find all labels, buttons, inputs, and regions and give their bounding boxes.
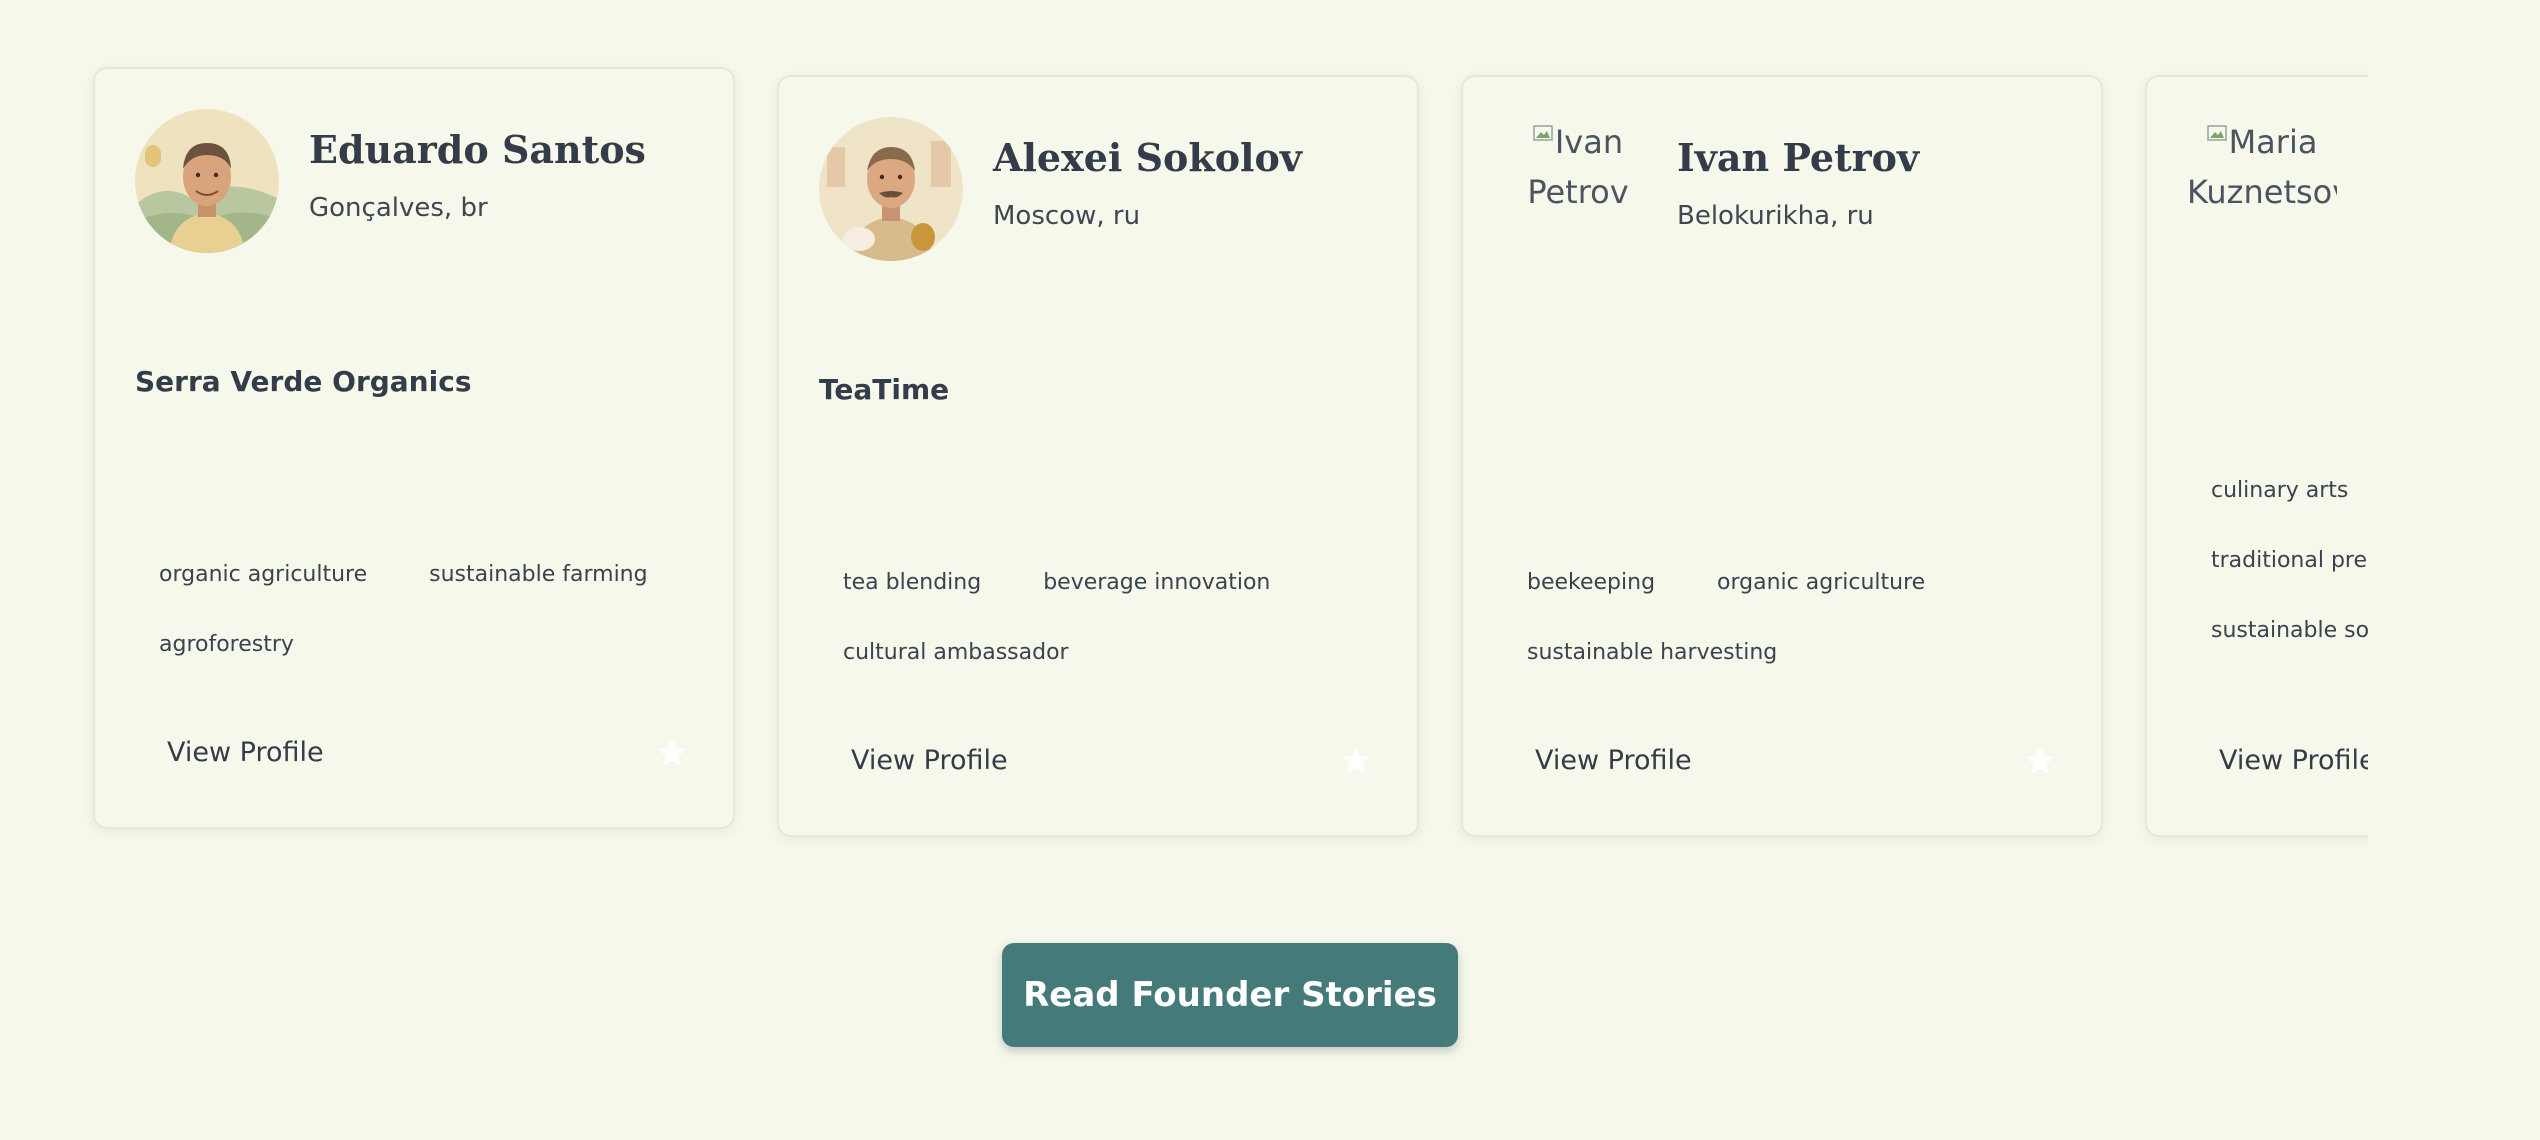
avatar: [819, 117, 963, 261]
star-icon[interactable]: [2023, 744, 2057, 778]
view-profile-link[interactable]: View Profile: [1535, 745, 1692, 776]
founder-location: Moscow, ru: [993, 201, 1141, 231]
tag-list: culinary arts traditional pres sustainab…: [2187, 463, 2368, 659]
founder-card: Ivan Petrov Ivan Petrov Belokurikha, ru …: [1461, 75, 2103, 837]
tag: traditional pres: [2211, 548, 2368, 573]
tag: agroforestry: [159, 632, 294, 657]
tag: organic agriculture: [159, 562, 368, 587]
tag: beekeeping: [1527, 570, 1656, 595]
read-founder-stories-button[interactable]: Read Founder Stories: [1002, 943, 1458, 1047]
founder-card: Eduardo Santos Gonçalves, br Serra Verde…: [93, 67, 735, 829]
tag: sustainable harvesting: [1527, 640, 1778, 665]
founder-card: Alexei Sokolov Moscow, ru TeaTime tea bl…: [777, 75, 1419, 837]
founder-name: Ivan Petrov: [1677, 135, 1920, 180]
tag: tea blending: [843, 570, 982, 595]
view-profile-link[interactable]: View Profile: [851, 745, 1008, 776]
tag: culinary arts: [2211, 478, 2349, 503]
founder-card: Maria Kuznetsova culinary arts tradition…: [2145, 75, 2368, 837]
avatar: Ivan Petrov: [1503, 117, 1653, 267]
tag-list: organic agriculture sustainable farming …: [135, 547, 695, 673]
broken-image-icon: [1533, 123, 1553, 143]
tag: organic agriculture: [1717, 570, 1926, 595]
tag: cultural ambassador: [843, 640, 1069, 665]
tag-list: beekeeping organic agriculture sustainab…: [1503, 555, 2063, 681]
company-name: Serra Verde Organics: [135, 365, 472, 398]
founder-location: Belokurikha, ru: [1677, 201, 1874, 231]
founder-location: Gonçalves, br: [309, 193, 488, 223]
founder-carousel[interactable]: Eduardo Santos Gonçalves, br Serra Verde…: [0, 0, 2368, 880]
avatar: Maria Kuznetsova: [2187, 117, 2337, 267]
broken-image-icon: [2206, 123, 2227, 143]
star-icon[interactable]: [655, 736, 689, 770]
tag-list: tea blending beverage innovation cultura…: [819, 555, 1379, 681]
view-profile-link[interactable]: View Profile: [167, 737, 324, 768]
company-name: TeaTime: [819, 373, 950, 406]
view-profile-link[interactable]: View Profile: [2219, 745, 2368, 776]
star-icon[interactable]: [1339, 744, 1373, 778]
tag: sustainable sou: [2211, 618, 2368, 643]
tag: beverage innovation: [1043, 570, 1271, 595]
avatar: [135, 109, 279, 253]
founder-name: Alexei Sokolov: [993, 135, 1302, 180]
tag: sustainable farming: [429, 562, 648, 587]
founder-name: Eduardo Santos: [309, 127, 646, 172]
